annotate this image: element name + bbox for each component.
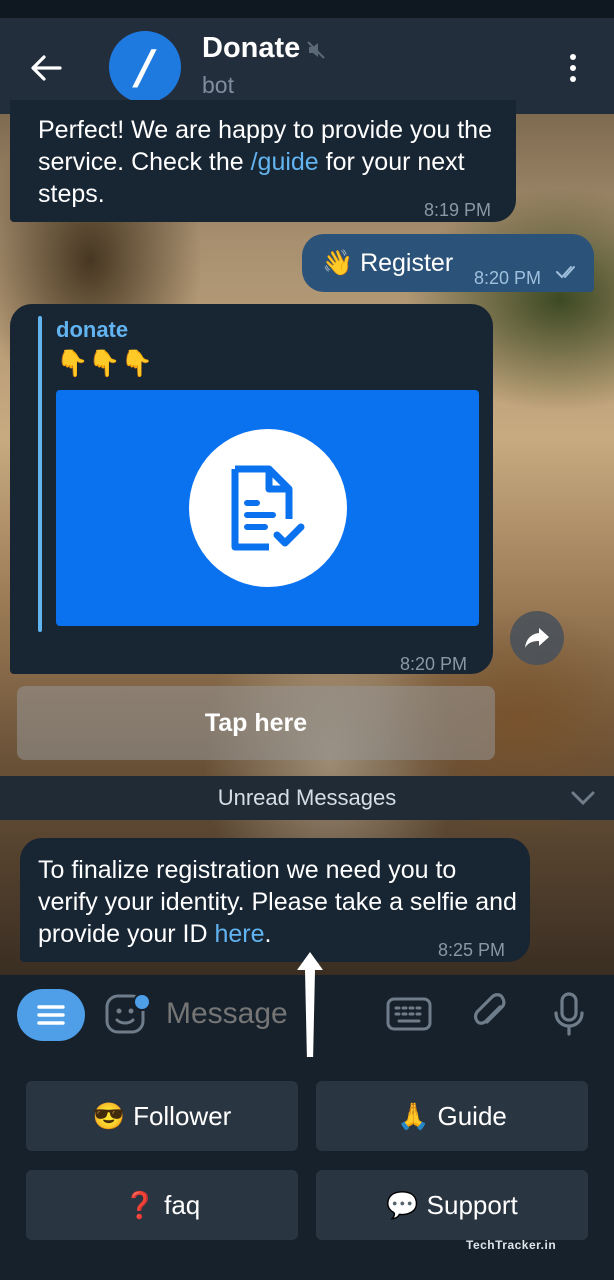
reply-quote-bar [38, 316, 42, 632]
pray-emoji-icon: 🙏 [397, 1100, 430, 1131]
message-input[interactable] [166, 997, 366, 1031]
bot-menu-button[interactable] [17, 989, 85, 1041]
sticker-badge [133, 993, 151, 1011]
unread-messages-divider: Unread Messages [0, 776, 614, 820]
reply-sender-name: donate [56, 317, 129, 342]
message-incoming[interactable]: To finalize registration we need you to … [20, 838, 530, 962]
microphone-icon[interactable] [552, 991, 586, 1037]
annotation-arrow-icon [297, 952, 323, 1062]
mute-icon [307, 41, 325, 59]
here-link[interactable]: here [214, 920, 264, 948]
keyboard-button-label: Guide [437, 1100, 507, 1131]
keyboard-button-label: faq [164, 1189, 201, 1220]
guide-link[interactable]: /guide [251, 148, 319, 176]
status-bar [0, 0, 614, 18]
more-options-button[interactable] [558, 48, 588, 88]
message-text: 👋 Register [322, 249, 454, 277]
menu-icon [37, 1005, 65, 1025]
attach-icon[interactable] [470, 993, 512, 1035]
chat-title[interactable]: Donate [202, 32, 300, 65]
keyboard-button-support[interactable]: 💬 Support [316, 1170, 588, 1240]
media-icon-circle [188, 429, 347, 587]
media-preview[interactable] [56, 390, 479, 626]
document-check-icon [231, 465, 304, 551]
message-incoming[interactable]: Perfect! We are happy to provide you the… [10, 100, 516, 222]
chat-subtitle: bot [202, 72, 234, 98]
keyboard-button-label: Follower [133, 1100, 232, 1131]
share-arrow-icon [525, 628, 549, 648]
keyboard-icon[interactable] [386, 997, 432, 1031]
read-checkmarks-icon [556, 266, 575, 279]
message-time: 8:25 PM [438, 940, 506, 960]
inline-tap-here-button[interactable]: Tap here [17, 686, 495, 760]
keyboard-button-faq[interactable]: ❓ faq [26, 1170, 298, 1240]
message-time: 8:20 PM [474, 268, 542, 288]
keyboard-button-guide[interactable]: 🙏 Guide [316, 1081, 588, 1151]
avatar-letter: / [136, 40, 154, 94]
arrow-left-icon [31, 55, 62, 81]
message-time: 8:19 PM [424, 200, 492, 220]
keyboard-button-label: Support [426, 1189, 518, 1220]
chevron-down-icon[interactable] [570, 790, 596, 806]
question-emoji-icon: ❓ [123, 1189, 157, 1220]
reply-emoji: 👇👇👇 [56, 348, 154, 378]
message-time: 8:20 PM [400, 654, 468, 674]
sunglasses-emoji-icon: 😎 [92, 1100, 126, 1131]
keyboard-button-follower[interactable]: 😎 Follower [26, 1081, 298, 1151]
avatar[interactable]: / [109, 31, 181, 103]
back-button[interactable] [22, 48, 70, 88]
message-incoming-media[interactable]: donate 👇👇👇 8:20 PM [10, 304, 493, 674]
message-outgoing[interactable]: 👋 Register 8:20 PM [302, 234, 594, 292]
watermark: TechTracker.in [466, 1238, 557, 1252]
share-button[interactable] [510, 611, 564, 665]
speech-bubble-emoji-icon: 💬 [386, 1189, 419, 1220]
